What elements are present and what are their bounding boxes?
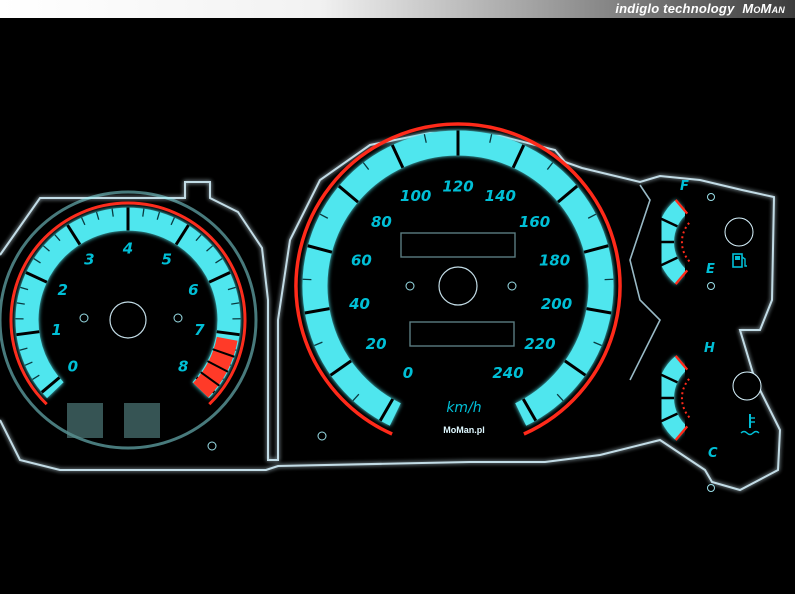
speedo-label: 0 (403, 364, 413, 382)
speedo-screw (317, 431, 327, 441)
tach-hub (109, 301, 147, 339)
banner-brand: MoMan (742, 1, 785, 16)
banner-text: indiglo technology MoMan (615, 1, 785, 16)
tach-label: 6 (188, 281, 198, 299)
fuel-screw (707, 193, 715, 201)
fuel-scale (656, 199, 691, 285)
small-gauge-dots (680, 221, 691, 263)
speedo-label: 200 (541, 295, 572, 313)
tach-label: 0 (68, 358, 78, 376)
tach-label: 1 (51, 321, 61, 339)
small-gauge-dots (680, 377, 691, 419)
tachometer: 0 1 23 4 56 7 8 (0, 190, 258, 451)
speedo-maker-logo: MoMan.pl (443, 425, 485, 435)
speedo-label: 140 (485, 187, 516, 205)
tach-screw (207, 441, 217, 451)
speedo-screw (507, 281, 517, 291)
tach-label: 4 (122, 239, 133, 257)
speedo-label: 80 (371, 213, 392, 231)
top-banner: indiglo technology MoMan (0, 0, 795, 18)
tach-warning-light-left (67, 403, 103, 438)
fuel-full-label: F (680, 179, 689, 194)
speedo-screw (405, 281, 415, 291)
temp-cold-label: C (708, 446, 718, 461)
speedo-label: 160 (519, 213, 550, 231)
tach-warning-light-right (124, 403, 160, 438)
speedo-label: 220 (524, 335, 555, 353)
temp-screw (707, 484, 715, 492)
fuel-hub (724, 217, 754, 247)
tach-screw (79, 313, 89, 323)
fuel-pump-icon (732, 253, 747, 268)
tach-label: 8 (178, 358, 188, 376)
temp-hot-label: H (704, 341, 715, 356)
speedo-hub (438, 266, 478, 306)
tach-label: 3 (84, 251, 94, 269)
coolant-temperature-icon (740, 414, 760, 436)
fuel-empty-label: E (706, 262, 715, 277)
temp-scale (656, 355, 691, 441)
tach-screw (173, 313, 183, 323)
temp-gauge: H C (656, 341, 762, 492)
speedo-label: 20 (366, 335, 387, 353)
speedometer: 020406080100120140160180200220240 km/h M… (294, 122, 622, 441)
temp-hub (732, 371, 762, 401)
speedo-label: 100 (400, 187, 431, 205)
speedo-odometer-window (400, 232, 516, 258)
panel-bezel-right (629, 184, 661, 381)
tach-label: 2 (57, 281, 67, 299)
speedo-label: 240 (492, 364, 523, 382)
banner-tagline: indiglo technology (615, 1, 735, 16)
speedo-trip-window (409, 321, 515, 347)
fuel-screw (707, 282, 715, 290)
tach-label: 7 (194, 321, 205, 339)
speedo-unit: km/h (446, 400, 481, 416)
tach-label: 5 (161, 251, 171, 269)
speedo-label: 180 (539, 252, 570, 270)
speedo-label: 40 (348, 295, 370, 313)
gauge-panel: 0 1 23 4 56 7 8 0 20 40 60 80 100 120 140160 180 200 220… (0, 122, 782, 492)
speedo-label: 120 (442, 177, 473, 195)
fuel-gauge: F E (656, 179, 754, 290)
speedo-label: 60 (351, 252, 372, 270)
